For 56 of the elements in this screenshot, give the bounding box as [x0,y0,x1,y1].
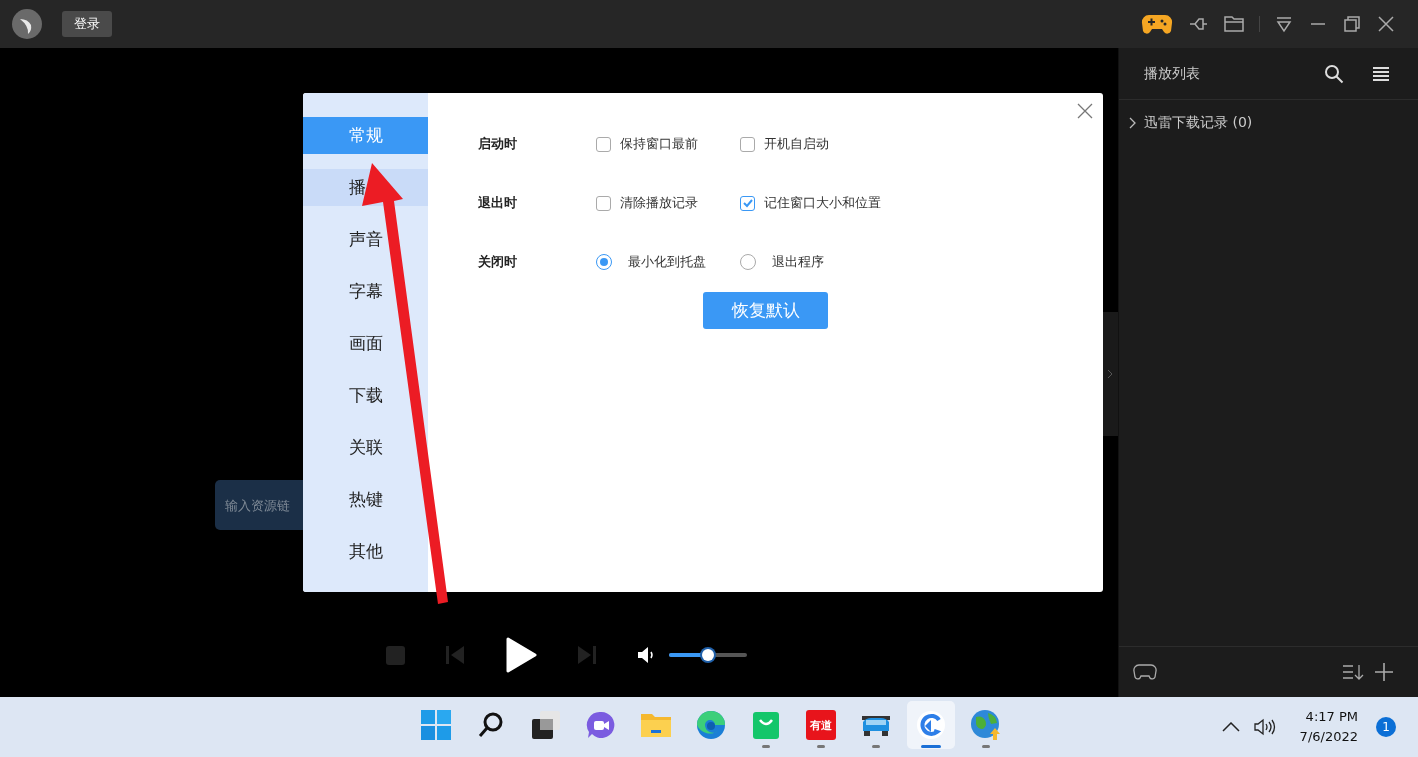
shopping-bag-icon [752,710,780,740]
clock[interactable]: 4:17 PM 7/6/2022 [1299,707,1358,747]
checkbox[interactable] [596,195,611,211]
speaker-icon[interactable] [1253,718,1276,736]
gamepad-icon[interactable] [1133,663,1157,681]
settings-tab[interactable]: 下载 [349,377,383,414]
checkbox-label: 开机自启动 [764,135,829,153]
folder-icon[interactable] [1223,14,1245,34]
settings-tab[interactable]: 字幕 [349,273,383,310]
section-label: 退出时 [478,194,518,212]
login-button[interactable]: 登录 [62,11,112,37]
section-label: 关闭时 [478,253,518,271]
play-icon[interactable] [505,637,537,673]
checkbox-label: 记住窗口大小和位置 [764,194,881,212]
sort-icon[interactable] [1342,663,1364,681]
arrow-circle-icon [916,710,946,740]
folder-icon [640,711,672,739]
link-input-field[interactable]: 输入资源链 [215,480,303,530]
playlist-folder[interactable]: 迅雷下载记录 (0) [1119,100,1418,132]
date-text: 7/6/2022 [1299,728,1358,746]
windows-icon [421,710,451,740]
menu-icon[interactable] [1372,65,1390,82]
checkbox-label: 保持窗口最前 [620,135,698,153]
close-icon[interactable] [1077,103,1093,119]
dictionary-app-icon: 有道 [806,710,836,740]
chevron-right-icon [1107,369,1113,379]
settings-tab[interactable]: 声音 [349,221,383,258]
video-chat-icon [586,710,616,740]
section-label: 启动时 [478,135,518,153]
restore-icon[interactable] [1342,14,1362,34]
task-view-icon [531,710,561,740]
taskbar-app[interactable]: 有道 [797,701,845,749]
playlist-title: 播放列表 [1144,64,1200,83]
radio-label: 最小化到托盘 [628,253,706,271]
radio-label: 退出程序 [772,253,824,271]
checkbox[interactable] [740,195,755,211]
browser-icon [696,710,726,740]
chevron-up-icon[interactable] [1221,722,1240,732]
search-icon[interactable] [1324,63,1344,84]
app-logo-icon [12,9,42,39]
settings-tab[interactable]: 关联 [349,429,383,466]
checkbox-label: 清除播放记录 [620,194,698,212]
close-icon[interactable] [1376,14,1396,34]
checkbox[interactable] [740,136,755,152]
time-text: 4:17 PM [1305,708,1358,726]
notification-badge[interactable]: 1 [1376,717,1396,737]
search-icon [477,711,505,739]
add-icon[interactable] [1374,662,1394,682]
globe-icon [970,709,1002,741]
settings-tab[interactable]: 其他 [349,533,383,570]
dropdown-icon[interactable] [1274,14,1294,34]
gamepad-icon[interactable] [1141,12,1173,36]
settings-tab[interactable]: 画面 [349,325,383,362]
settings-tab[interactable]: 热键 [349,481,383,518]
checkbox[interactable] [596,136,611,152]
playlist-folder-label: 迅雷下载记录 (0) [1144,114,1253,132]
